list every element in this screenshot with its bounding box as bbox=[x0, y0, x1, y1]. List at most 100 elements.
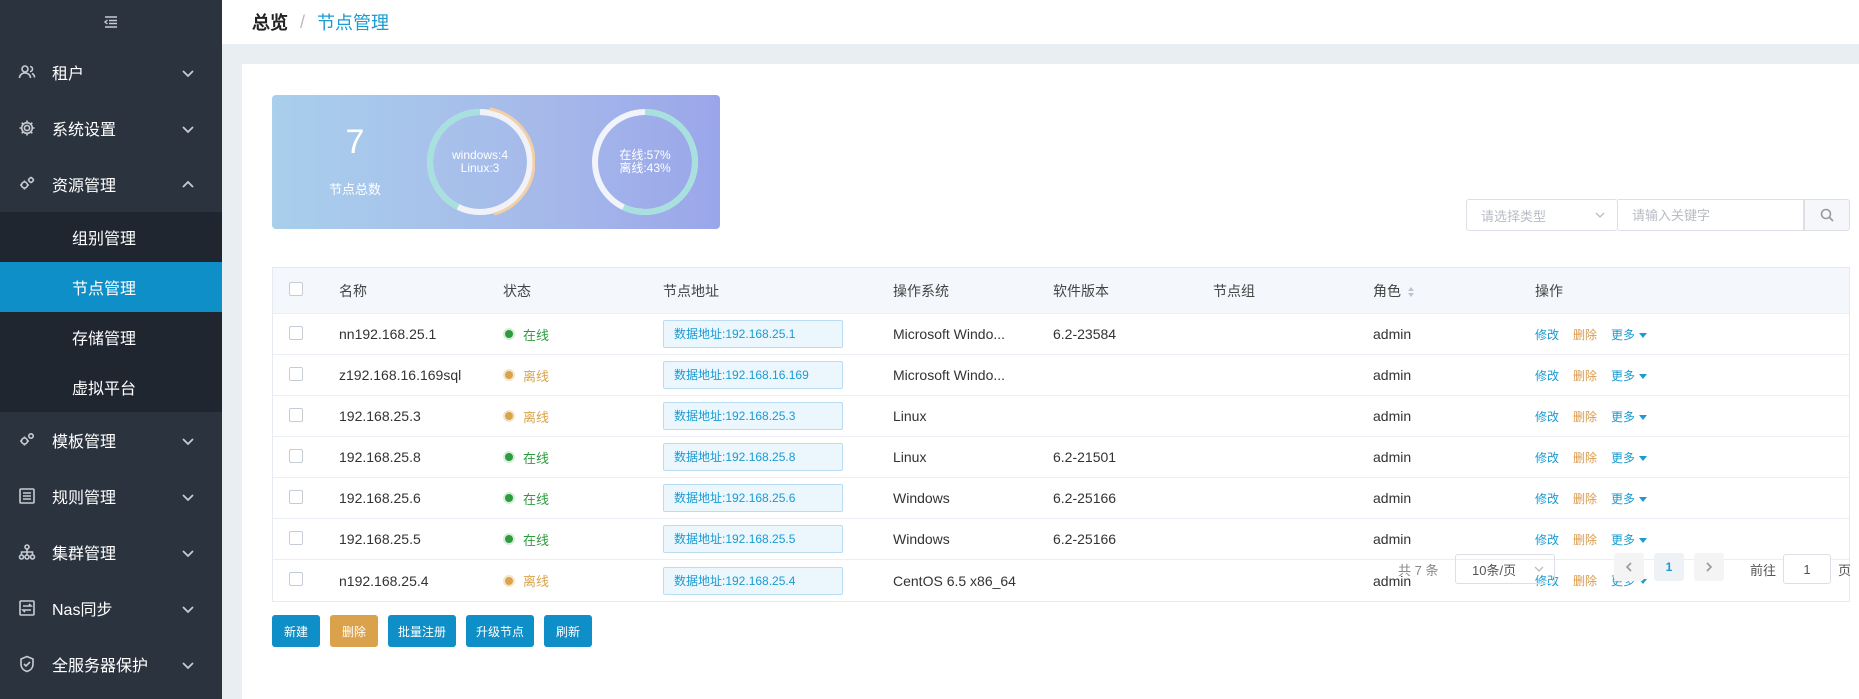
status-dot-icon bbox=[503, 369, 515, 381]
delete-link[interactable]: 删除 bbox=[1573, 574, 1597, 588]
delete-button[interactable]: 删除 bbox=[330, 615, 378, 647]
status-text: 在线 bbox=[523, 491, 550, 507]
page-size-select[interactable]: 10条/页 bbox=[1455, 554, 1555, 584]
search-button[interactable] bbox=[1804, 199, 1850, 231]
table-row: nn192.168.25.1 在线 数据地址:192.168.25.1 Microso… bbox=[273, 314, 1849, 355]
cell-version: 6.2-23584 bbox=[1053, 326, 1117, 342]
address-tag: 数据地址:192.168.25.1 bbox=[663, 320, 843, 348]
sidebar-item-label: 模板管理 bbox=[52, 434, 117, 451]
row-checkbox[interactable] bbox=[289, 489, 303, 504]
cell-status: 在线 bbox=[503, 489, 663, 508]
more-dropdown[interactable]: 更多 bbox=[1611, 410, 1648, 424]
address-tag: 数据地址:192.168.16.169 bbox=[663, 361, 843, 389]
upgrade-node-button[interactable]: 升级节点 bbox=[466, 615, 534, 647]
table-row: 192.168.25.3 离线 数据地址:192.168.25.3 Linux admi… bbox=[273, 396, 1849, 437]
more-dropdown[interactable]: 更多 bbox=[1611, 533, 1648, 547]
cell-status: 在线 bbox=[503, 448, 663, 467]
new-button[interactable]: 新建 bbox=[272, 615, 320, 647]
more-dropdown[interactable]: 更多 bbox=[1611, 328, 1648, 342]
delete-link[interactable]: 删除 bbox=[1573, 533, 1597, 547]
row-checkbox[interactable] bbox=[289, 572, 303, 586]
sidebar-subitem-group-management[interactable]: 组别管理 bbox=[0, 212, 222, 262]
chevron-down-icon bbox=[1534, 566, 1544, 572]
sidebar-subitem-storage-management[interactable]: 存储管理 bbox=[0, 312, 222, 362]
status-text: 离线 bbox=[523, 409, 550, 425]
os-donut-chart: windows:4 Linux:3 bbox=[424, 106, 536, 218]
edit-link[interactable]: 修改 bbox=[1535, 533, 1559, 547]
prev-page-button[interactable] bbox=[1614, 553, 1644, 581]
cell-name: nn192.168.25.1 bbox=[339, 326, 437, 342]
sidebar-item-server-protection[interactable]: 全服务器保护 bbox=[0, 636, 222, 692]
status-badge: 在线 bbox=[503, 325, 549, 344]
delete-link[interactable]: 删除 bbox=[1573, 451, 1597, 465]
cell-address: 数据地址:192.168.25.6 bbox=[663, 484, 893, 512]
more-dropdown[interactable]: 更多 bbox=[1611, 492, 1648, 506]
chevron-up-icon bbox=[182, 178, 194, 190]
cell-address: 数据地址:192.168.25.4 bbox=[663, 566, 893, 595]
type-select[interactable]: 请选择类型 bbox=[1466, 199, 1618, 231]
status-badge: 在线 bbox=[503, 530, 549, 549]
cell-address: 数据地址:192.168.25.1 bbox=[663, 320, 893, 348]
more-dropdown[interactable]: 更多 bbox=[1611, 369, 1648, 383]
collapse-menu-button[interactable] bbox=[0, 0, 222, 44]
edit-link[interactable]: 修改 bbox=[1535, 410, 1559, 424]
header-role[interactable]: 角色 bbox=[1373, 281, 1535, 301]
sidebar-item-label: 租户 bbox=[52, 66, 85, 83]
sidebar-item-template-management[interactable]: 模板管理 bbox=[0, 412, 222, 468]
status-badge: 在线 bbox=[503, 448, 549, 467]
keyword-search-input[interactable] bbox=[1618, 199, 1804, 231]
cell-status: 离线 bbox=[503, 571, 663, 590]
breadcrumb-home[interactable]: 总览 bbox=[252, 9, 288, 35]
row-checkbox[interactable] bbox=[289, 530, 303, 545]
edit-link[interactable]: 修改 bbox=[1535, 492, 1559, 506]
goto-page-input[interactable] bbox=[1783, 554, 1831, 584]
row-checkbox[interactable] bbox=[289, 407, 303, 422]
cell-operations: 修改 删除 更多 bbox=[1535, 490, 1849, 507]
address-tag: 数据地址:192.168.25.3 bbox=[663, 402, 843, 430]
more-dropdown[interactable]: 更多 bbox=[1611, 451, 1648, 465]
delete-link[interactable]: 删除 bbox=[1573, 492, 1597, 506]
batch-register-button[interactable]: 批量注册 bbox=[388, 615, 456, 647]
delete-link[interactable]: 删除 bbox=[1573, 410, 1597, 424]
edit-link[interactable]: 修改 bbox=[1535, 451, 1559, 465]
sidebar-item-resource-management[interactable]: 资源管理 bbox=[0, 156, 222, 212]
caret-down-icon bbox=[1639, 496, 1648, 502]
cell-status: 在线 bbox=[503, 325, 663, 344]
refresh-button[interactable]: 刷新 bbox=[544, 615, 592, 647]
header-name: 名称 bbox=[339, 282, 367, 299]
page-number-current[interactable]: 1 bbox=[1654, 553, 1684, 581]
os-donut-linux-label: Linux:3 bbox=[460, 161, 500, 175]
sidebar-subitem-node-management[interactable]: 节点管理 bbox=[0, 262, 222, 312]
row-checkbox[interactable] bbox=[289, 448, 303, 463]
sidebar-item-tenant[interactable]: 租户 bbox=[0, 44, 222, 100]
sidebar-item-cluster-management[interactable]: 集群管理 bbox=[0, 524, 222, 580]
select-all-checkbox[interactable] bbox=[289, 282, 303, 296]
cell-os: Microsoft Windo... bbox=[893, 367, 1006, 383]
sidebar-item-label: 系统设置 bbox=[52, 122, 117, 139]
sidebar-item-rule-management[interactable]: 规则管理 bbox=[0, 468, 222, 524]
node-total-label: 节点总数 bbox=[328, 182, 381, 197]
status-donut-offline-label: 离线:43% bbox=[619, 161, 671, 175]
sidebar-subitem-virtual-platform[interactable]: 虚拟平台 bbox=[0, 362, 222, 412]
caret-down-icon bbox=[1639, 414, 1648, 420]
address-tag: 数据地址:192.168.25.4 bbox=[663, 566, 843, 595]
row-checkbox[interactable] bbox=[289, 366, 303, 381]
sidebar-item-label: 资源管理 bbox=[52, 178, 117, 195]
sidebar-item-nas-sync[interactable]: Nas同步 bbox=[0, 580, 222, 636]
table-row: 192.168.25.6 在线 数据地址:192.168.25.6 Windows 6.… bbox=[273, 478, 1849, 519]
chevron-down-icon bbox=[182, 66, 194, 78]
edit-link[interactable]: 修改 bbox=[1535, 328, 1559, 342]
row-checkbox[interactable] bbox=[289, 325, 303, 340]
chevron-down-icon bbox=[182, 434, 194, 446]
cell-role: admin bbox=[1373, 449, 1412, 465]
address-tag: 数据地址:192.168.25.6 bbox=[663, 484, 843, 512]
sidebar-item-system-settings[interactable]: 系统设置 bbox=[0, 100, 222, 156]
cell-os: Windows bbox=[893, 490, 950, 506]
next-page-button[interactable] bbox=[1694, 553, 1724, 581]
caret-down-icon bbox=[1639, 373, 1648, 379]
edit-link[interactable]: 修改 bbox=[1535, 369, 1559, 383]
chevron-down-icon bbox=[182, 546, 194, 558]
delete-link[interactable]: 删除 bbox=[1573, 328, 1597, 342]
delete-link[interactable]: 删除 bbox=[1573, 369, 1597, 383]
shield-icon bbox=[18, 655, 36, 673]
